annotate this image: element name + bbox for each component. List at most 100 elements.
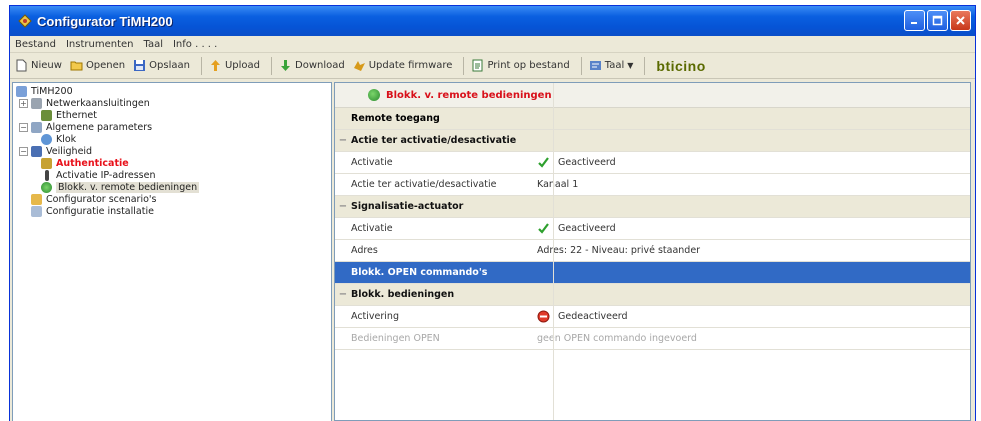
tree-root[interactable]: TiMH200 <box>13 85 331 97</box>
toolbar-separator <box>200 56 202 75</box>
section-remote-toegang: Remote toegang <box>335 108 970 130</box>
save-disk-icon <box>133 59 146 72</box>
property-row[interactable]: Activatie Geactiveerd <box>335 218 970 240</box>
property-row[interactable]: Activatie Geactiveerd <box>335 152 970 174</box>
section-title: Signalisatie-actuator <box>351 201 464 212</box>
language-label: Taal <box>604 60 625 71</box>
selected-row-blokk-open[interactable]: Blokk. OPEN commando's <box>335 262 970 284</box>
menu-taal[interactable]: Taal <box>143 39 163 50</box>
tree-item-netwerkaansluitingen[interactable]: + Netwerkaansluitingen <box>13 97 331 109</box>
property-row: Bedieningen OPEN geen OPEN commando inge… <box>335 328 970 350</box>
tree-item-label: Ethernet <box>56 109 97 121</box>
upload-button[interactable]: Upload <box>207 56 262 76</box>
menu-instrumenten[interactable]: Instrumenten <box>66 39 134 50</box>
menu-info[interactable]: Info . . . . <box>173 39 217 50</box>
tree-item-label: Configurator scenario's <box>46 193 157 205</box>
property-value-text: Gedeactiveerd <box>558 311 628 322</box>
tree-item-label: Configuratie installatie <box>46 205 154 217</box>
property-row[interactable]: Activering Gedeactiveerd <box>335 306 970 328</box>
collapse-icon[interactable]: − <box>335 289 351 300</box>
update-firmware-button[interactable]: Update firmware <box>351 56 455 76</box>
title-bar[interactable]: Configurator TiMH200 <box>10 6 975 36</box>
expand-icon[interactable]: + <box>19 98 28 108</box>
ip-icon <box>45 169 49 181</box>
property-label: Bedieningen OPEN <box>351 333 440 344</box>
download-button[interactable]: Download <box>277 56 347 76</box>
firmware-icon <box>353 59 366 72</box>
tree-item-label: Netwerkaansluitingen <box>46 97 150 109</box>
tree-item-veiligheid[interactable]: − Veiligheid <box>13 145 331 157</box>
language-icon <box>589 59 602 72</box>
toolbar-separator <box>463 56 465 75</box>
close-button[interactable] <box>950 10 971 31</box>
property-value[interactable]: Kanaal 1 <box>537 179 970 190</box>
menu-bestand[interactable]: Bestand <box>15 39 56 50</box>
collapse-icon[interactable]: − <box>19 122 28 132</box>
collapse-icon[interactable]: − <box>335 135 351 146</box>
section-blokk-bedieningen[interactable]: − Blokk. bedieningen <box>335 284 970 306</box>
window-title: Configurator TiMH200 <box>37 13 173 29</box>
tree-item-authenticatie[interactable]: Authenticatie <box>13 157 331 169</box>
property-label: Adres <box>351 245 378 256</box>
new-file-icon <box>15 59 28 72</box>
installation-icon <box>31 205 42 217</box>
language-dropdown[interactable]: Taal ▼ <box>587 56 636 76</box>
stop-icon <box>537 310 550 323</box>
tree-item-configurator-scenarios[interactable]: Configurator scenario's <box>13 193 331 205</box>
tree-item-klok[interactable]: Klok <box>13 133 331 145</box>
minimize-button[interactable] <box>904 10 925 31</box>
security-icon <box>31 145 42 157</box>
property-value[interactable]: Geactiveerd <box>537 222 970 235</box>
check-icon <box>537 156 550 169</box>
property-value-text: Geactiveerd <box>558 157 616 168</box>
save-label: Opslaan <box>149 60 190 71</box>
network-icon <box>31 97 42 109</box>
print-icon <box>471 59 484 72</box>
maximize-button[interactable] <box>927 10 948 31</box>
clock-icon <box>41 133 52 145</box>
property-value: geen OPEN commando ingevoerd <box>537 333 970 344</box>
property-value[interactable]: Adres: 22 - Niveau: privé staander <box>537 245 970 256</box>
maximize-icon <box>932 15 943 26</box>
tree-item-label: Authenticatie <box>56 157 129 169</box>
section-title: Remote toegang <box>351 113 440 124</box>
column-divider <box>553 83 554 420</box>
new-button[interactable]: Nieuw <box>13 56 64 76</box>
selected-row-label: Blokk. OPEN commando's <box>351 267 488 278</box>
section-actie[interactable]: − Actie ter activatie/desactivatie <box>335 130 970 152</box>
remote-block-icon <box>368 89 380 101</box>
save-button[interactable]: Opslaan <box>131 56 192 76</box>
download-label: Download <box>295 60 345 71</box>
property-value[interactable]: Gedeactiveerd <box>537 310 970 323</box>
property-row[interactable]: Actie ter activatie/desactivatie Kanaal … <box>335 174 970 196</box>
tree-item-label: Veiligheid <box>46 145 93 157</box>
check-icon <box>537 222 550 235</box>
print-button[interactable]: Print op bestand <box>469 56 571 76</box>
section-title: Actie ter activatie/desactivatie <box>351 135 517 146</box>
remote-block-icon <box>41 181 52 193</box>
tree-item-label: Algemene parameters <box>46 121 153 133</box>
tree-item-blokk-remote[interactable]: Blokk. v. remote bedieningen <box>13 181 331 193</box>
key-icon <box>41 157 52 169</box>
scenario-icon <box>31 193 42 205</box>
close-icon <box>956 16 965 25</box>
brand-logo: bticino <box>656 57 706 74</box>
update-firmware-label: Update firmware <box>368 60 453 71</box>
section-signalisatie[interactable]: − Signalisatie-actuator <box>335 196 970 218</box>
chevron-down-icon: ▼ <box>627 61 634 70</box>
ethernet-icon <box>41 109 52 121</box>
property-row[interactable]: Adres Adres: 22 - Niveau: privé staander <box>335 240 970 262</box>
property-grid: Blokk. v. remote bedieningen Remote toeg… <box>334 82 971 421</box>
toolbar: Nieuw Openen Opslaan Upload Download Upd… <box>10 53 975 79</box>
property-value[interactable]: Geactiveerd <box>537 156 970 169</box>
tree-item-algemene-parameters[interactable]: − Algemene parameters <box>13 121 331 133</box>
open-button[interactable]: Openen <box>68 56 127 76</box>
tree-item-activatie-ip-adressen[interactable]: Activatie IP-adressen <box>13 169 331 181</box>
tree-item-ethernet[interactable]: Ethernet <box>13 109 331 121</box>
app-icon <box>18 14 32 28</box>
parameters-icon <box>31 121 42 133</box>
collapse-icon[interactable]: − <box>335 201 351 212</box>
download-icon <box>279 59 292 72</box>
tree-item-configuratie-installatie[interactable]: Configuratie installatie <box>13 205 331 217</box>
collapse-icon[interactable]: − <box>19 146 28 156</box>
